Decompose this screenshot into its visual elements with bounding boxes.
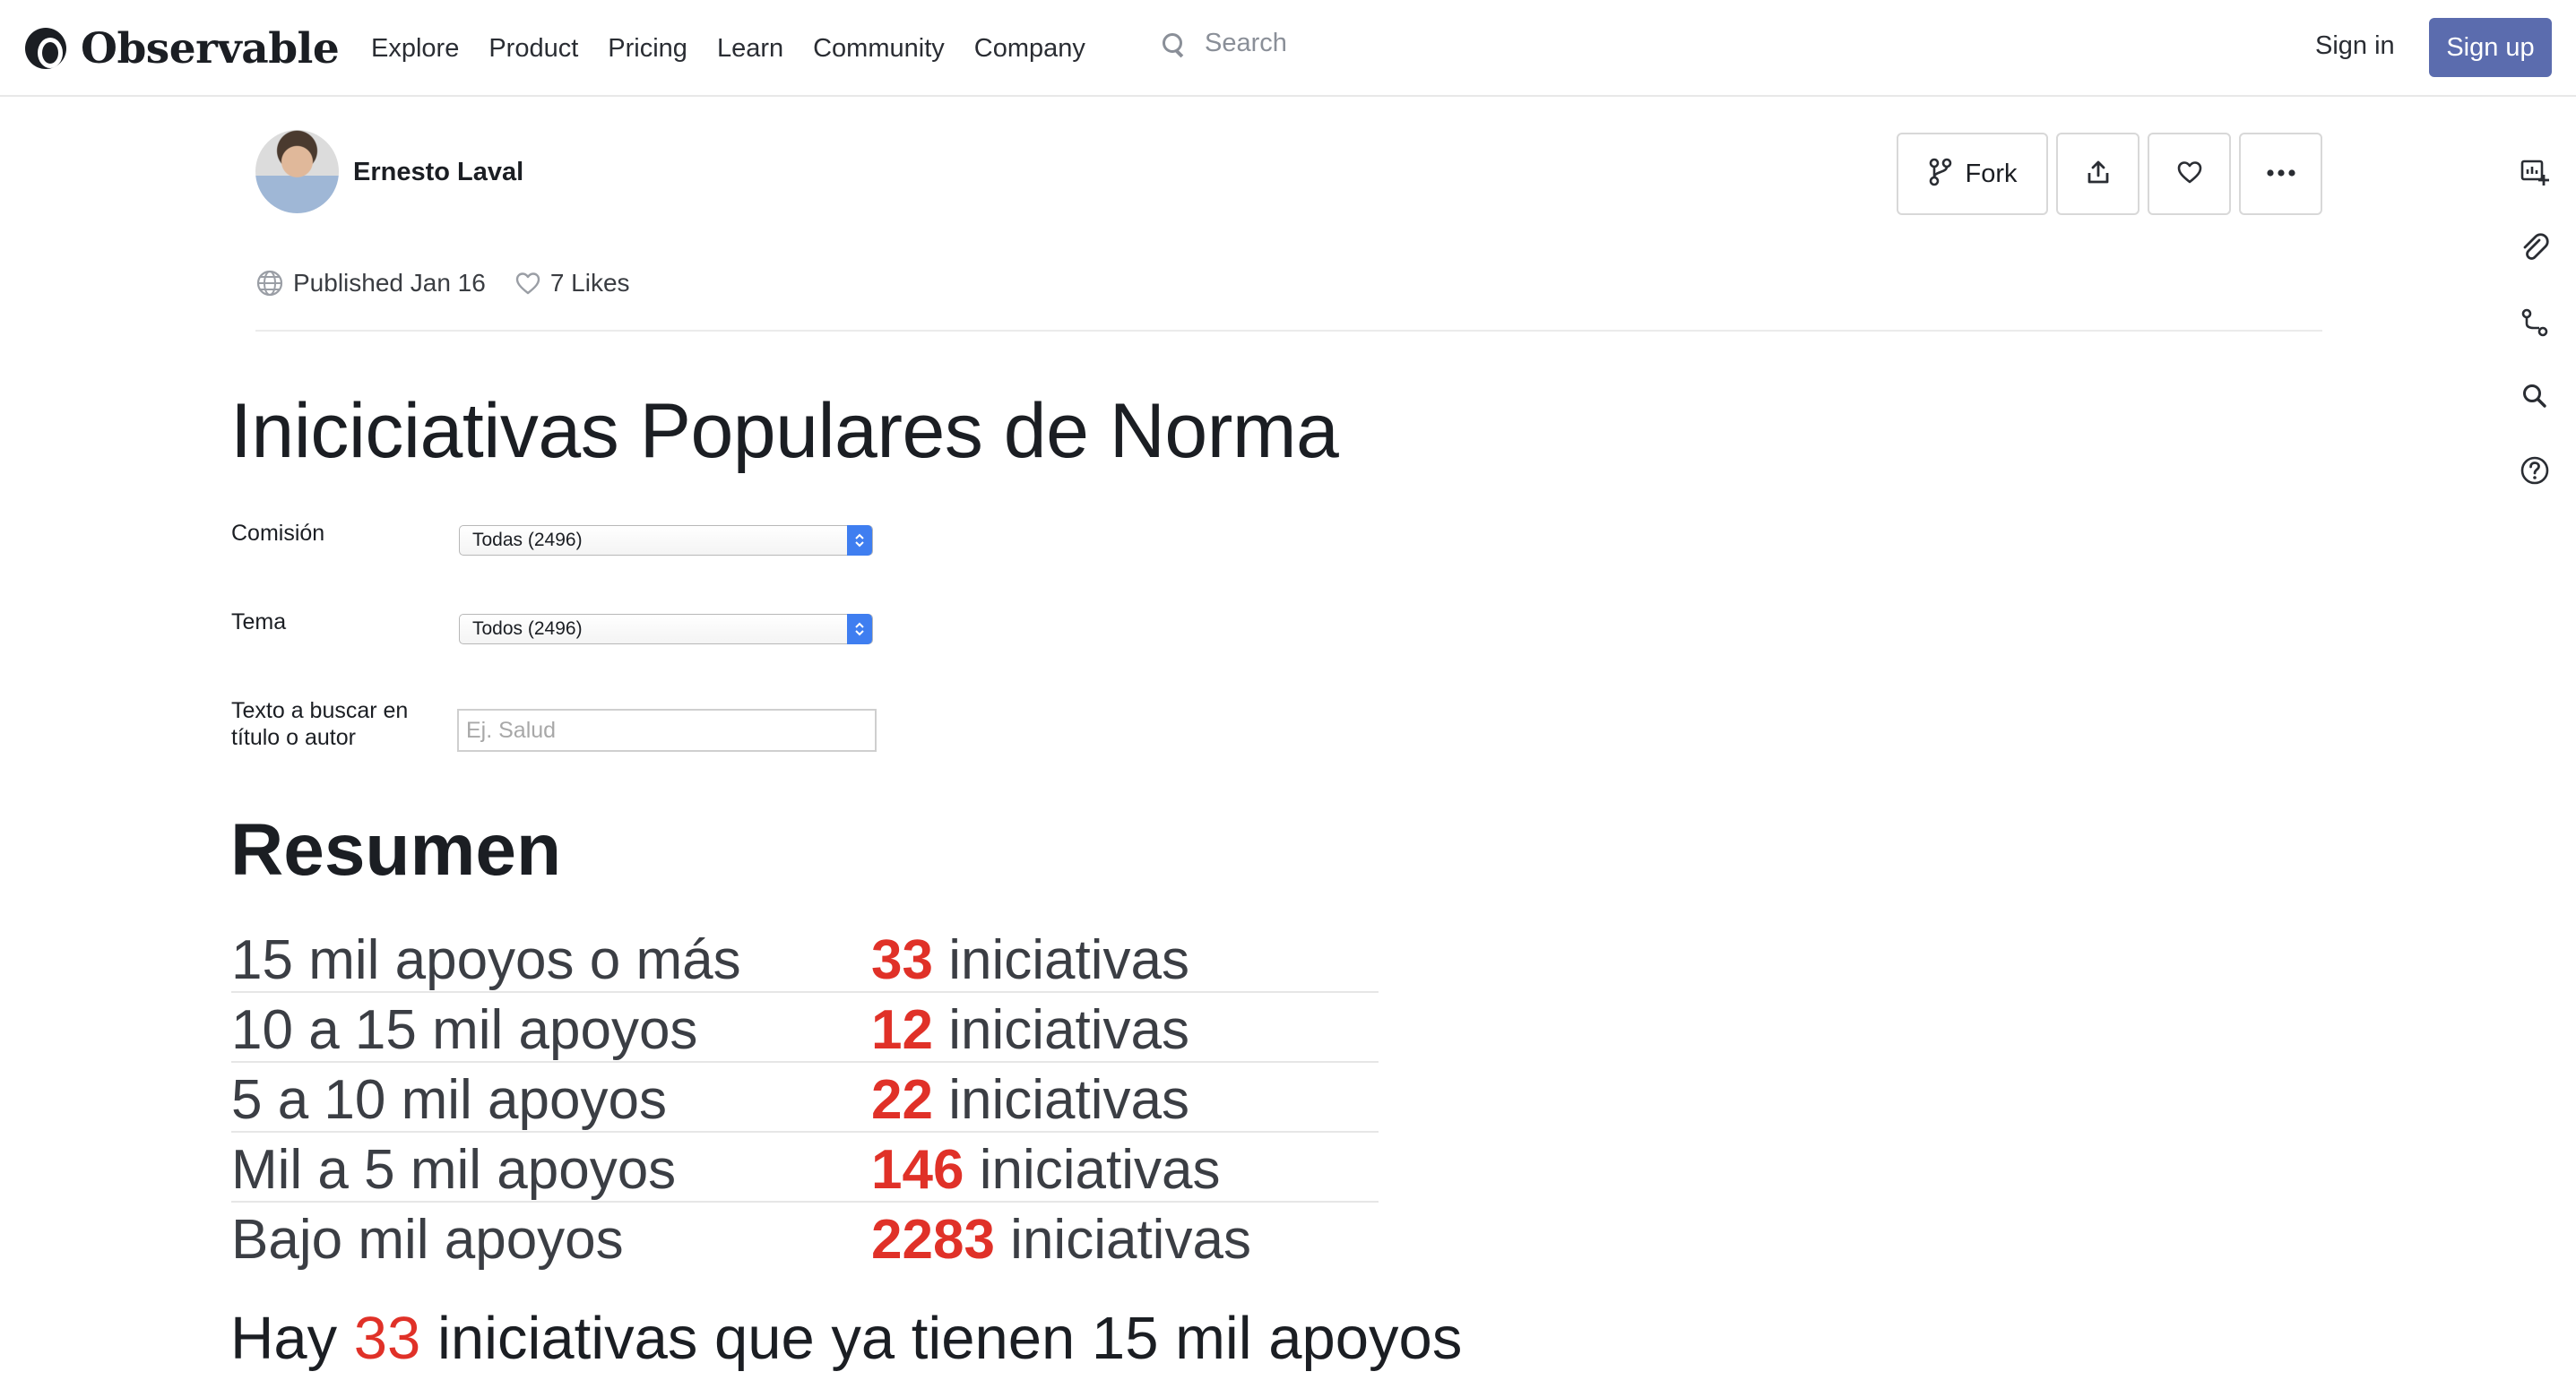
search-box[interactable]: Search <box>1162 29 1287 58</box>
share-icon <box>2085 159 2112 190</box>
select-arrows-icon <box>847 614 872 644</box>
summary-row-unit: iniciativas <box>948 929 1189 991</box>
nav-link-community[interactable]: Community <box>813 32 945 65</box>
heart-icon <box>2176 160 2203 189</box>
published-date: Published Jan 16 <box>293 269 486 297</box>
fork-button[interactable]: Fork <box>1897 133 2048 215</box>
summary-row-label: 15 mil apoyos o más <box>231 929 741 991</box>
summary-row-value: 33 iniciativas <box>871 928 1189 992</box>
select-arrows-icon <box>847 525 872 556</box>
find-icon[interactable] <box>2517 378 2553 414</box>
headline-sentence: Hay 33 iniciativas que ya tienen 15 mil … <box>230 1304 1462 1373</box>
nav-link-product[interactable]: Product <box>488 32 578 65</box>
comision-label: Comisión <box>231 521 325 546</box>
summary-row-count: 2283 <box>871 1209 995 1271</box>
nav-link-explore[interactable]: Explore <box>371 32 459 65</box>
observable-logo-icon <box>25 28 66 69</box>
dependency-graph-icon[interactable] <box>2517 305 2553 341</box>
nav-link-learn[interactable]: Learn <box>717 32 783 65</box>
sign-in-link[interactable]: Sign in <box>2315 31 2395 61</box>
summary-row-value: 2283 iniciativas <box>871 1208 1251 1272</box>
nav-link-pricing[interactable]: Pricing <box>608 32 687 65</box>
comision-selected-value: Todas (2496) <box>472 530 583 550</box>
search-text-input[interactable]: Ej. Salud <box>457 709 877 752</box>
like-button[interactable] <box>2148 133 2231 215</box>
summary-row-count: 12 <box>871 999 933 1061</box>
summary-row: 15 mil apoyos o más 33 iniciativas <box>231 923 1379 993</box>
observable-logo[interactable]: Observable <box>25 23 340 73</box>
logo-text: Observable <box>81 23 340 73</box>
more-options-button[interactable] <box>2239 133 2322 215</box>
summary-row-count: 22 <box>871 1069 933 1131</box>
tema-selected-value: Todos (2496) <box>472 618 583 639</box>
notebook-meta: Published Jan 16 7 Likes <box>255 269 630 298</box>
summary-row-value: 22 iniciativas <box>871 1068 1189 1132</box>
summary-row: Mil a 5 mil apoyos 146 iniciativas <box>231 1133 1379 1203</box>
add-cell-icon[interactable] <box>2517 154 2553 190</box>
avatar[interactable] <box>255 130 339 213</box>
summary-row-label: Mil a 5 mil apoyos <box>231 1139 677 1201</box>
summary-row-unit: iniciativas <box>979 1139 1221 1201</box>
attachment-icon[interactable] <box>2517 229 2553 265</box>
search-text-label-line2: título o autor <box>231 725 356 750</box>
top-navigation: Observable Explore Product Pricing Learn… <box>0 0 2576 97</box>
fork-label: Fork <box>1965 159 2018 188</box>
likes-heart-icon <box>514 271 541 296</box>
globe-icon <box>255 269 284 298</box>
headline-prefix: Hay <box>230 1305 338 1372</box>
tema-select[interactable]: Todos (2496) <box>459 614 873 644</box>
comision-select[interactable]: Todas (2496) <box>459 525 873 556</box>
headline-suffix: iniciativas que ya tienen 15 mil apoyos <box>437 1305 1463 1372</box>
nav-link-company[interactable]: Company <box>974 32 1085 65</box>
summary-row-unit: iniciativas <box>1010 1209 1251 1271</box>
help-icon[interactable] <box>2517 453 2553 488</box>
share-button[interactable] <box>2056 133 2139 215</box>
nav-links: Explore Product Pricing Learn Community … <box>371 32 1115 65</box>
tema-label: Tema <box>231 609 287 634</box>
summary-row: Bajo mil apoyos 2283 iniciativas <box>231 1203 1379 1273</box>
summary-row-value: 12 iniciativas <box>871 998 1189 1062</box>
summary-row-count: 146 <box>871 1139 964 1201</box>
summary-row-value: 146 iniciativas <box>871 1138 1220 1202</box>
sign-up-button[interactable]: Sign up <box>2429 18 2552 77</box>
likes-count[interactable]: 7 Likes <box>550 269 630 298</box>
summary-row-label: Bajo mil apoyos <box>231 1209 624 1271</box>
headline-count: 33 <box>353 1305 421 1372</box>
search-text-label-line1: Texto a buscar en <box>231 698 409 723</box>
search-text-placeholder: Ej. Salud <box>466 717 557 743</box>
ellipsis-icon <box>2266 166 2296 182</box>
search-icon <box>1162 32 1185 56</box>
summary-row-unit: iniciativas <box>948 1069 1189 1131</box>
author-name[interactable]: Ernesto Laval <box>353 158 523 187</box>
summary-heading: Resumen <box>230 809 562 891</box>
search-placeholder: Search <box>1205 29 1287 57</box>
summary-row-count: 33 <box>871 929 933 991</box>
summary-row: 10 a 15 mil apoyos 12 iniciativas <box>231 993 1379 1063</box>
notebook-title: Iniciciativas Populares de Norma <box>230 388 1339 474</box>
header-divider <box>255 330 2322 332</box>
summary-row-label: 5 a 10 mil apoyos <box>231 1069 667 1131</box>
summary-row-unit: iniciativas <box>948 999 1189 1061</box>
summary-row-label: 10 a 15 mil apoyos <box>231 999 698 1061</box>
summary-row: 5 a 10 mil apoyos 22 iniciativas <box>231 1063 1379 1133</box>
fork-icon <box>1928 158 1953 191</box>
